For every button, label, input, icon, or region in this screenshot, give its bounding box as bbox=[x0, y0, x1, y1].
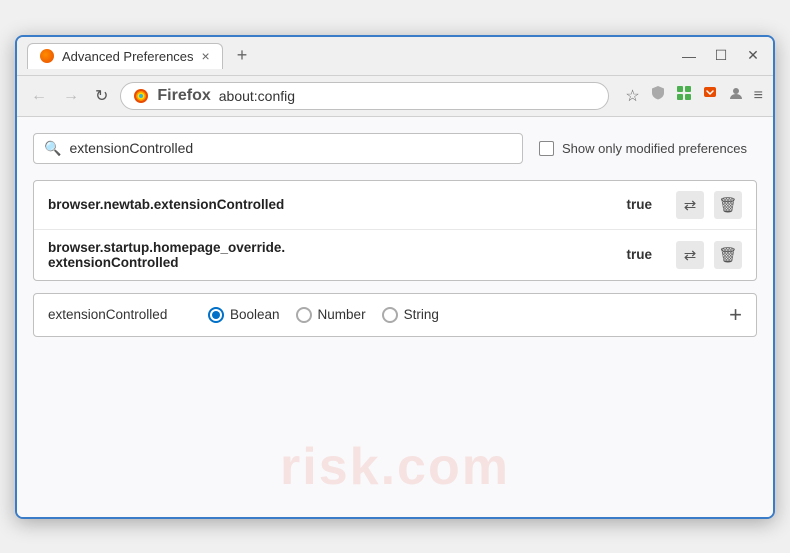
search-icon: 🔍 bbox=[44, 140, 61, 157]
show-modified-label: Show only modified preferences bbox=[562, 141, 747, 156]
toggle-icon-2: ⇄ bbox=[684, 246, 697, 264]
pref-toggle-button-2[interactable]: ⇄ bbox=[676, 241, 704, 269]
tab-title: Advanced Preferences bbox=[62, 49, 194, 64]
toggle-icon-1: ⇄ bbox=[684, 196, 697, 214]
preferences-table: browser.newtab.extensionControlled true … bbox=[33, 180, 757, 281]
pref-toggle-button-1[interactable]: ⇄ bbox=[676, 191, 704, 219]
radio-string[interactable]: String bbox=[382, 307, 439, 323]
pref-delete-button-2[interactable]: 🗑 bbox=[714, 241, 742, 269]
minimize-button[interactable]: — bbox=[679, 48, 699, 64]
shield-icon bbox=[650, 85, 666, 106]
radio-number-circle[interactable] bbox=[296, 307, 312, 323]
window-controls: — ☐ ✕ bbox=[679, 47, 763, 64]
firefox-logo-icon bbox=[133, 88, 149, 104]
maximize-button[interactable]: ☐ bbox=[711, 47, 731, 64]
show-modified-checkbox[interactable] bbox=[539, 141, 554, 156]
radio-boolean[interactable]: Boolean bbox=[208, 307, 280, 323]
browser-brand-label: Firefox bbox=[157, 87, 210, 105]
radio-string-label: String bbox=[404, 307, 439, 322]
new-tab-button[interactable]: + bbox=[231, 43, 254, 68]
watermark: risk.com bbox=[280, 437, 510, 497]
new-pref-name: extensionControlled bbox=[48, 307, 188, 322]
browser-window: Advanced Preferences × + — ☐ ✕ ← → ↻ Fir… bbox=[15, 35, 775, 519]
pocket-icon[interactable] bbox=[702, 85, 718, 106]
pref-row-1: browser.newtab.extensionControlled true … bbox=[34, 181, 756, 230]
forward-button[interactable]: → bbox=[59, 85, 83, 107]
new-pref-row: extensionControlled Boolean Number Strin… bbox=[33, 293, 757, 337]
radio-boolean-label: Boolean bbox=[230, 307, 280, 322]
nav-bar: ← → ↻ Firefox about:config ☆ bbox=[17, 76, 773, 117]
title-bar: Advanced Preferences × + — ☐ ✕ bbox=[17, 37, 773, 76]
profile-icon[interactable] bbox=[728, 85, 744, 106]
search-input[interactable] bbox=[69, 140, 512, 156]
bookmark-icon[interactable]: ☆ bbox=[625, 86, 639, 106]
address-url: about:config bbox=[219, 88, 295, 104]
pref-row-2: browser.startup.homepage_override. exten… bbox=[34, 230, 756, 280]
pref-actions-1: ⇄ 🗑 bbox=[676, 191, 742, 219]
nav-icons: ☆ bbox=[625, 85, 763, 106]
reload-button[interactable]: ↻ bbox=[91, 84, 112, 108]
radio-number[interactable]: Number bbox=[296, 307, 366, 323]
pref-name-2: browser.startup.homepage_override. exten… bbox=[48, 240, 614, 270]
show-modified-checkbox-row[interactable]: Show only modified preferences bbox=[539, 141, 747, 156]
search-bar-row: 🔍 Show only modified preferences bbox=[33, 133, 757, 164]
radio-boolean-circle[interactable] bbox=[208, 307, 224, 323]
radio-string-circle[interactable] bbox=[382, 307, 398, 323]
type-radio-group: Boolean Number String bbox=[208, 307, 709, 323]
search-input-wrap[interactable]: 🔍 bbox=[33, 133, 523, 164]
delete-icon-2: 🗑 bbox=[718, 246, 737, 264]
pref-name-1: browser.newtab.extensionControlled bbox=[48, 197, 614, 212]
browser-tab[interactable]: Advanced Preferences × bbox=[27, 43, 223, 69]
content-area: risk.com 🔍 Show only modified preference… bbox=[17, 117, 773, 517]
pref-value-2: true bbox=[626, 247, 652, 262]
extension-icon[interactable] bbox=[676, 85, 692, 106]
pref-delete-button-1[interactable]: 🗑 bbox=[714, 191, 742, 219]
address-bar[interactable]: Firefox about:config bbox=[120, 82, 609, 110]
menu-icon[interactable]: ≡ bbox=[754, 87, 763, 105]
pref-name-2-line2: extensionControlled bbox=[48, 255, 614, 270]
tab-favicon bbox=[40, 49, 54, 63]
tab-close-button[interactable]: × bbox=[202, 49, 210, 63]
add-pref-button[interactable]: + bbox=[729, 304, 742, 326]
radio-number-label: Number bbox=[318, 307, 366, 322]
pref-value-1: true bbox=[626, 197, 652, 212]
delete-icon-1: 🗑 bbox=[718, 196, 737, 214]
pref-actions-2: ⇄ 🗑 bbox=[676, 241, 742, 269]
close-button[interactable]: ✕ bbox=[743, 47, 763, 64]
pref-name-2-line1: browser.startup.homepage_override. bbox=[48, 240, 614, 255]
back-button[interactable]: ← bbox=[27, 85, 51, 107]
